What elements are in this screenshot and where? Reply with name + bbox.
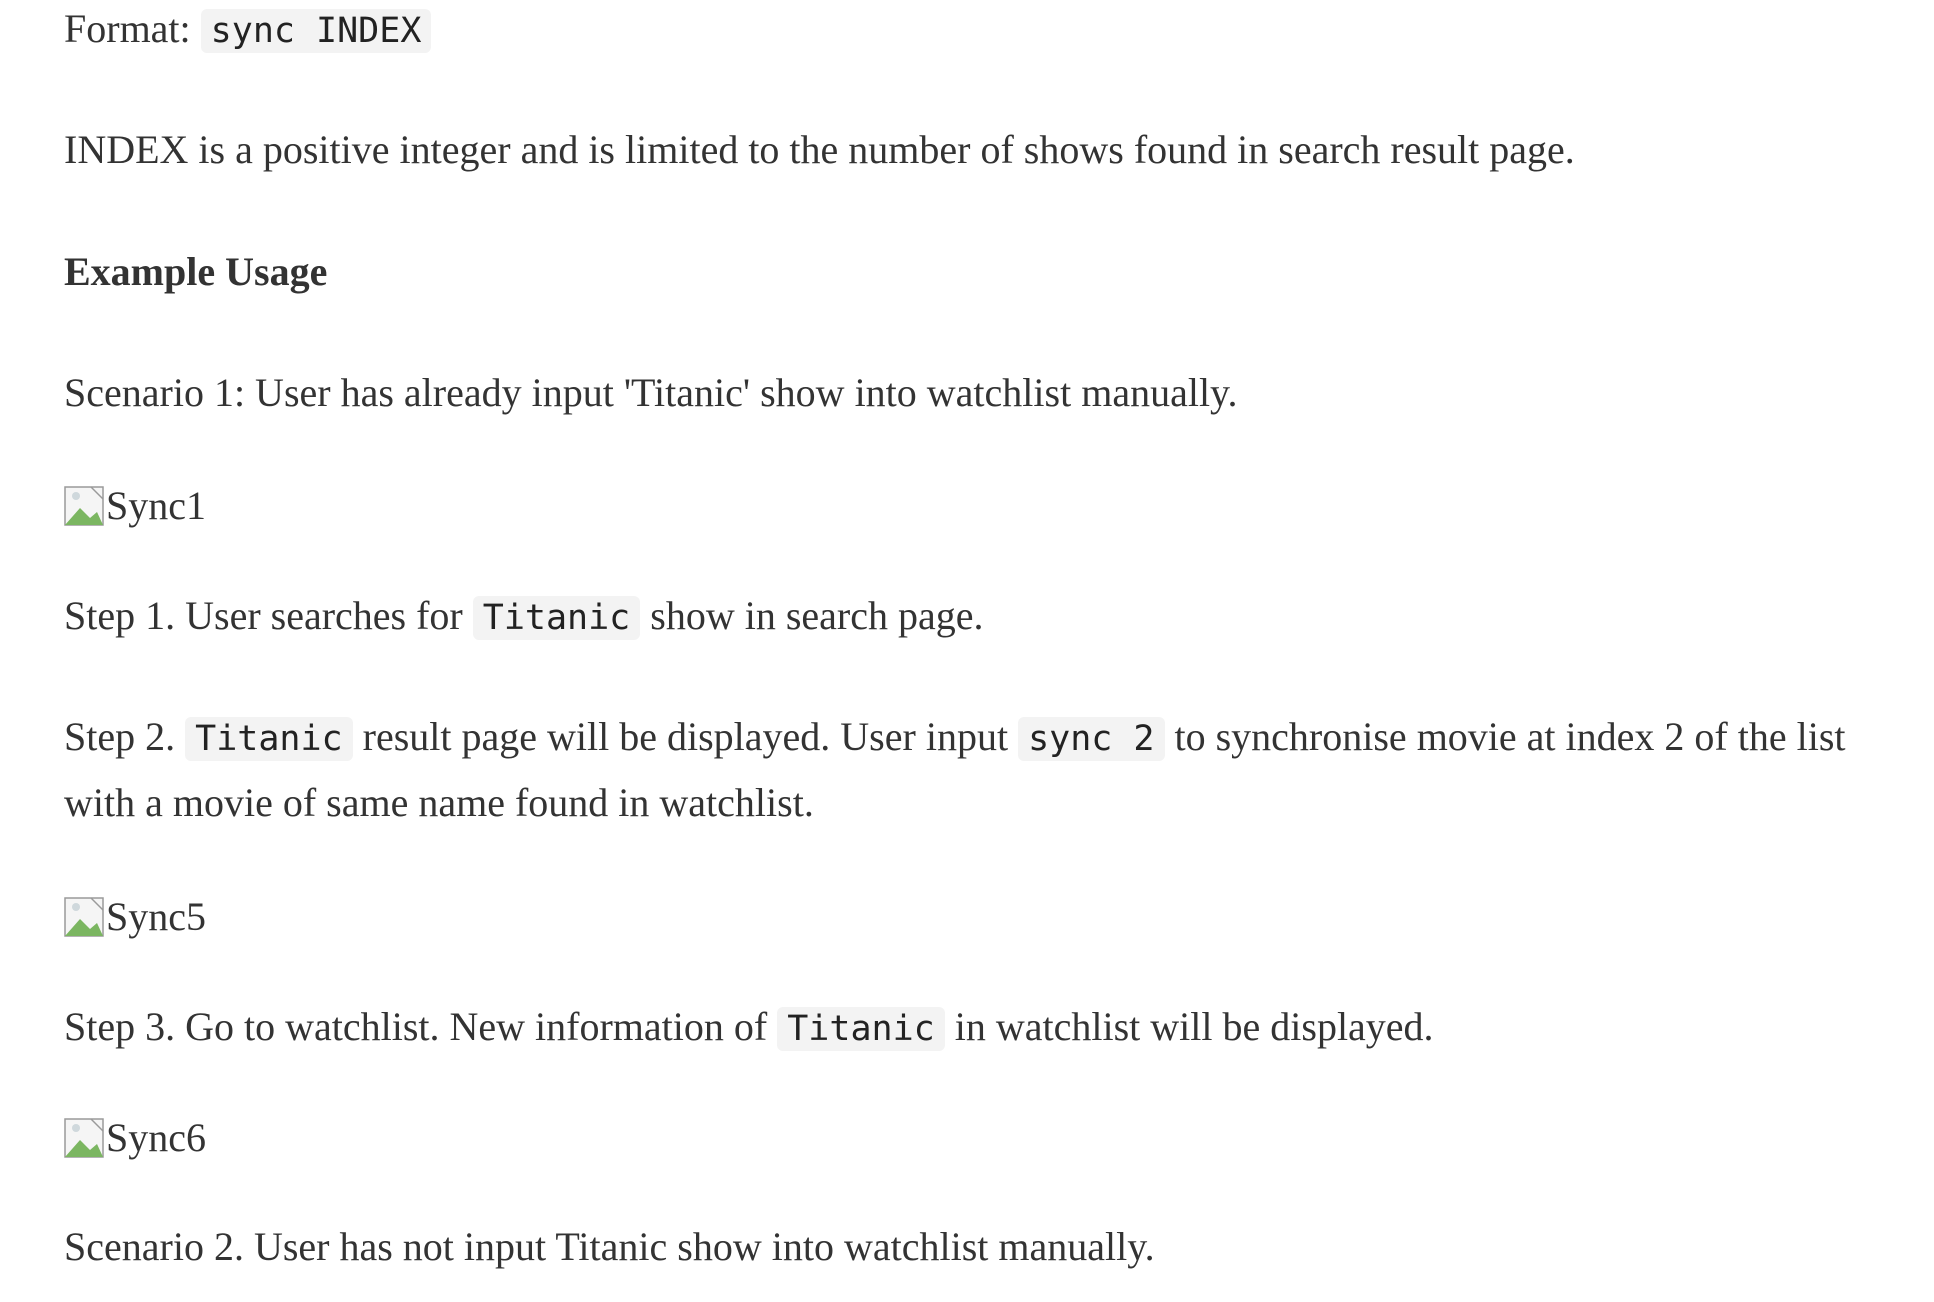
broken-image-icon: [64, 1118, 104, 1158]
step-3-code: Titanic: [777, 1007, 945, 1051]
step-3-after: in watchlist will be displayed.: [954, 1004, 1434, 1049]
step-1-before: Step 1. User searches for: [64, 593, 463, 638]
step-3-text: Step 3. Go to watchlist. New information…: [64, 1001, 1434, 1055]
scenario-1-text: Scenario 1: User has already input 'Tita…: [64, 370, 1238, 415]
image-sync6-alt: Sync6: [106, 1115, 206, 1160]
step-1-after: show in search page.: [650, 593, 984, 638]
scenario-2-text: Scenario 2. User has not input Titanic s…: [64, 1224, 1155, 1269]
step-2-before: Step 2.: [64, 714, 176, 759]
format-label: Format:: [64, 6, 191, 51]
step-2-middle: result page will be displayed. User inpu…: [362, 714, 1009, 759]
format-line: Format: sync INDEX: [64, 3, 432, 57]
example-usage-heading: Example Usage: [64, 249, 328, 294]
image-sync1-alt: Sync1: [106, 483, 206, 528]
image-sync5: Sync5: [64, 891, 206, 943]
step-2-line-2: with a movie of same name found in watch…: [64, 780, 814, 825]
image-sync1: Sync1: [64, 480, 206, 532]
step-2-line-1: Step 2. Titanic result page will be disp…: [64, 711, 1846, 765]
step-1-text: Step 1. User searches for Titanic show i…: [64, 590, 984, 644]
step-2-code-2: sync 2: [1018, 717, 1165, 761]
step-1-code: Titanic: [472, 596, 641, 640]
step-2-after: to synchronise movie at index 2 of the l…: [1174, 714, 1846, 759]
index-description: INDEX is a positive integer and is limit…: [64, 127, 1575, 172]
broken-image-icon: [64, 897, 104, 937]
broken-image-icon: [64, 486, 104, 526]
step-3-before: Step 3. Go to watchlist. New information…: [64, 1004, 768, 1049]
format-code: sync INDEX: [200, 9, 432, 53]
image-sync5-alt: Sync5: [106, 894, 206, 939]
step-2-code-1: Titanic: [185, 717, 353, 761]
image-sync6: Sync6: [64, 1112, 206, 1164]
